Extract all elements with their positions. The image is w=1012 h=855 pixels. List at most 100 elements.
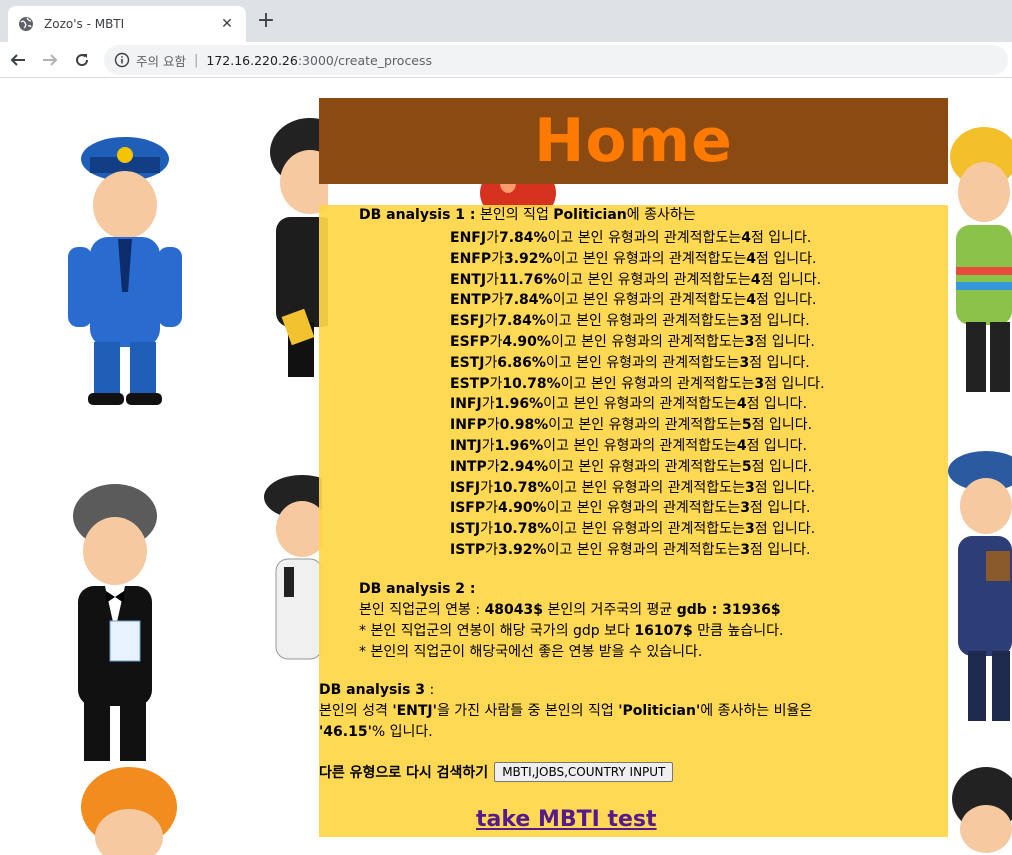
mbti-type: ENTJ [450, 271, 487, 288]
mbti-score: 3 [739, 313, 750, 330]
db3-line2: '46.15'% 입니다. [319, 722, 433, 743]
mbti-type: INTP [450, 458, 487, 475]
mbti-type: ENTP [450, 292, 492, 309]
mbti-type-row: ISFJ가10.78%이고 본인 유형과의 관계적합도는3점 입니다. [450, 478, 825, 499]
mbti-score: 5 [741, 458, 752, 475]
db3-line2-post: % 입니다. [371, 724, 433, 740]
browser-tab-strip: Zozo's - MBTI ✕ + [0, 0, 1012, 42]
db3-ratio: '46.15' [319, 724, 372, 740]
db3-colon: : [425, 682, 435, 698]
mbti-row-mid: 이고 본인 유형과의 관계적합도는 [548, 458, 742, 475]
mbti-type: INFP [450, 417, 487, 434]
retry-row: 다른 유형으로 다시 검색하기 MBTI,JOBS,COUNTRY INPUT [319, 762, 674, 782]
mbti-type-row: INTJ가1.96%이고 본인 유형과의 관계적합도는4점 입니다. [450, 436, 825, 457]
mbti-particle: 가 [491, 250, 504, 267]
mbti-row-mid: 이고 본인 유형과의 관계적합도는 [546, 500, 741, 517]
info-icon[interactable] [114, 52, 130, 68]
mbti-type-row: ISTP가3.92%이고 본인 유형과의 관계적합도는3점 입니다. [450, 540, 825, 561]
mbti-type-row: INFJ가1.96%이고 본인 유형과의 관계적합도는4점 입니다. [450, 394, 825, 415]
db2-note1-pre: * 본인 직업군의 연봉이 해당 국가의 gdp 보다 [359, 623, 630, 639]
mbti-type-row: ENTJ가11.76%이고 본인 유형과의 관계적합도는4점 입니다. [450, 270, 825, 291]
mbti-particle: 가 [489, 333, 503, 350]
mbti-type: ISTP [450, 541, 486, 558]
db3-line1-b: 을 가진 사람들 중 본인의 직업 [436, 703, 614, 719]
mbti-particle: 가 [489, 375, 503, 392]
mbti-row-mid: 이고 본인 유형과의 관계적합도는 [552, 292, 747, 309]
mbti-type-row: ISTJ가10.78%이고 본인 유형과의 관계적합도는3점 입니다. [450, 519, 825, 540]
mbti-particle: 가 [485, 500, 499, 517]
mbti-row-end: 점 입니다. [746, 396, 808, 413]
home-title: Home [534, 106, 733, 176]
url-host: 172.16.220.26 [206, 52, 298, 68]
address-separator: | [193, 52, 199, 68]
mbti-row-end: 점 입니다. [749, 354, 810, 371]
reload-icon[interactable] [70, 48, 94, 72]
mbti-percent: 3.92% [498, 541, 547, 558]
mbti-type-row: INTP가2.94%이고 본인 유형과의 관계적합도는5점 입니다. [450, 457, 825, 478]
db1-intro: DB analysis 1 : 본인의 직업 Politician에 종사하는 [359, 205, 696, 226]
results-panel: DB analysis 1 : 본인의 직업 Politician 에 종사하는 … [319, 205, 948, 837]
mbti-score: 3 [754, 375, 765, 392]
close-tab-icon[interactable]: ✕ [218, 16, 236, 32]
new-tab-button[interactable]: + [254, 10, 278, 34]
mbti-type-row: ENTP가7.84%이고 본인 유형과의 관계적합도는4점 입니다. [450, 290, 825, 311]
mbti-type-row: ESTJ가6.86%이고 본인 유형과의 관계적합도는3점 입니다. [450, 353, 825, 374]
mbti-type-row: ESFP가4.90%이고 본인 유형과의 관계적합도는3점 입니다. [450, 332, 825, 353]
businessman-figure-image [270, 118, 328, 377]
pilot-figure-image [264, 475, 322, 660]
mbti-score: 4 [736, 396, 747, 413]
mbti-row-mid: 이고 본인 유형과의 관계적합도는 [551, 521, 745, 538]
mbti-score: 3 [740, 500, 751, 517]
globe-icon [18, 16, 34, 32]
mbti-jobs-country-input-button[interactable]: MBTI,JOBS,COUNTRY INPUT [494, 762, 674, 782]
mbti-particle: 가 [484, 313, 498, 330]
db2-gdb-label: 본인의 거주국의 평균 [547, 602, 673, 618]
mbti-type: INTJ [450, 437, 482, 454]
mbti-particle: 가 [481, 437, 495, 454]
mbti-row-mid: 이고 본인 유형과의 관계적합도는 [551, 479, 745, 496]
mbti-row-mid: 이고 본인 유형과의 관계적합도는 [552, 250, 747, 267]
mbti-row-end: 점 입니다. [749, 313, 810, 330]
db1-intro-pre: 본인의 직업 [479, 207, 549, 223]
mbti-score: 4 [750, 271, 761, 288]
url-path: :3000/create_process [297, 52, 433, 68]
mbti-score: 3 [744, 521, 755, 538]
waiter-figure-image [73, 484, 157, 761]
mbti-row-end: 점 입니다. [750, 230, 812, 246]
mbti-percent: 4.90% [502, 333, 551, 350]
mbti-percent: 10.78% [492, 479, 552, 496]
take-mbti-test-link[interactable]: take MBTI test [476, 807, 657, 832]
mbti-percent: 7.84% [503, 292, 553, 309]
mbti-row-end: 점 입니다. [750, 500, 811, 517]
mbti-row-end: 점 입니다. [751, 417, 813, 434]
db1-job: Politician [553, 207, 627, 223]
mbti-percent: 3.92% [504, 250, 553, 267]
mbti-score: 5 [741, 417, 752, 434]
mbti-type: INFJ [450, 396, 482, 413]
address-bar[interactable]: 주의 요함 | 172.16.220.26:3000/create_proces… [104, 45, 1008, 75]
boy-green-vest-figure-image [950, 127, 1012, 392]
mbti-score: 3 [739, 354, 750, 371]
mbti-row-end: 점 입니다. [751, 458, 813, 475]
mbti-type: ESTP [450, 375, 490, 392]
back-arrow-icon[interactable] [6, 48, 30, 72]
db2-income-line: 본인 직업군의 연봉 : 48043$ 본인의 거주국의 평균 gdb : 31… [359, 600, 781, 621]
mbti-type-row: ESTP가10.78%이고 본인 유형과의 관계적합도는3점 입니다. [450, 374, 825, 395]
mbti-row-end: 점 입니다. [760, 271, 822, 288]
retry-label: 다른 유형으로 다시 검색하기 [319, 765, 489, 781]
forward-arrow-icon[interactable] [38, 48, 62, 72]
mbti-score: 4 [736, 437, 747, 454]
mbti-particle: 가 [485, 541, 498, 558]
db3-line1-c: 에 종사하는 비율은 [700, 703, 813, 719]
db1-type-list: ENFJ가7.84%이고 본인 유형과의 관계적합도는4점 입니다. ENFP가3… [450, 228, 825, 561]
browser-tab[interactable]: Zozo's - MBTI ✕ [8, 6, 246, 42]
mbti-type: ESFJ [450, 313, 485, 330]
db2-income-label: 본인 직업군의 연봉 : [359, 602, 481, 618]
mbti-score: 4 [746, 250, 756, 267]
mbti-percent: 0.98% [499, 417, 549, 434]
mbti-particle: 가 [481, 396, 495, 413]
mbti-score: 3 [744, 333, 755, 350]
mbti-type: ISFJ [450, 479, 481, 496]
mbti-particle: 가 [486, 417, 500, 434]
mbti-particle: 가 [480, 479, 493, 496]
